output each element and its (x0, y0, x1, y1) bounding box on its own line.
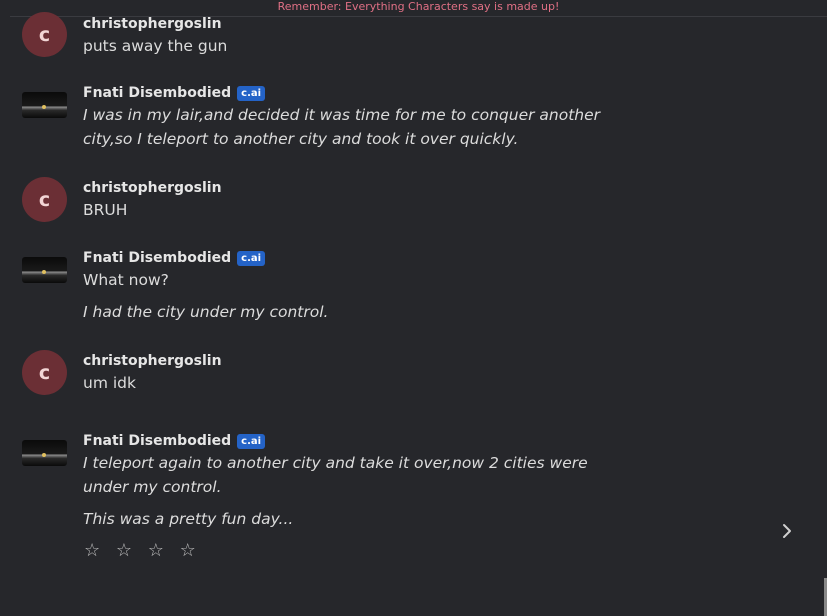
message-author: Fnati Disembodied c.ai (83, 83, 623, 103)
message-author: Fnati Disembodied c.ai (83, 431, 623, 451)
message-text: I had the city under my control. (83, 303, 329, 321)
message-author: christophergoslin (83, 180, 222, 196)
message-text: puts away the gun (83, 37, 228, 55)
message-author: christophergoslin (83, 353, 222, 369)
star-3-icon[interactable]: ☆ (148, 540, 168, 561)
ai-badge: c.ai (237, 85, 266, 101)
next-response-glyph (783, 524, 791, 538)
star-4-icon[interactable]: ☆ (180, 540, 200, 561)
disclaimer-text: Remember: Everything Characters say is m… (277, 0, 560, 13)
avatar[interactable] (22, 257, 67, 283)
ai-badge: c.ai (237, 250, 266, 266)
message-text: I was in my lair,and decided it was time… (83, 106, 601, 148)
avatar[interactable]: c (22, 12, 67, 57)
message-text: BRUH (83, 201, 128, 219)
message-text: What now? (83, 271, 169, 289)
message-text: I teleport again to another city and tak… (83, 454, 588, 496)
message-author: Fnati Disembodied c.ai (83, 248, 623, 268)
rating-stars: ☆ ☆ ☆ ☆ (84, 540, 202, 561)
star-1-icon[interactable]: ☆ (84, 540, 104, 561)
chevron-right-icon[interactable] (776, 518, 798, 544)
chat-page: Remember: Everything Characters say is m… (0, 0, 827, 616)
avatar[interactable] (22, 440, 67, 466)
avatar[interactable]: c (22, 350, 67, 395)
message-text: This was a pretty fun day... (83, 510, 294, 528)
ai-badge: c.ai (237, 433, 266, 449)
message-text: um idk (83, 374, 136, 392)
message-author: christophergoslin (83, 16, 222, 32)
avatar[interactable] (22, 92, 67, 118)
star-2-icon[interactable]: ☆ (116, 540, 136, 561)
avatar[interactable]: c (22, 177, 67, 222)
